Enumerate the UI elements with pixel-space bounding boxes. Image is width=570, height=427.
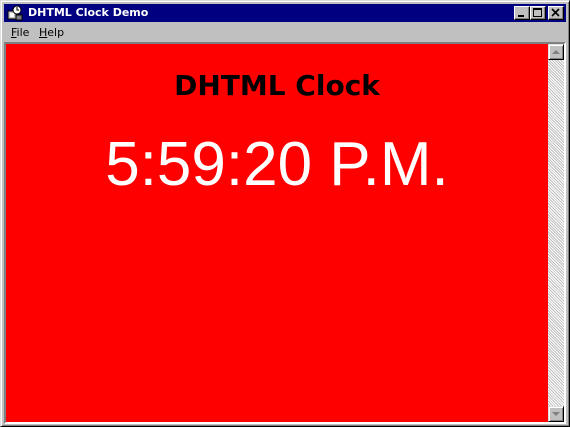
scroll-up-button[interactable] (548, 44, 564, 60)
scroll-down-arrow-icon (552, 412, 560, 416)
menu-file[interactable]: File (8, 25, 32, 40)
menu-help[interactable]: Help (36, 25, 67, 40)
menu-bar: File Help (4, 23, 566, 41)
page-title: DHTML Clock (174, 69, 380, 102)
browser-viewport: DHTML Clock 5:59:20 P.M. (4, 42, 566, 424)
window-title: DHTML Clock Demo (28, 6, 149, 19)
app-window: DHTML Clock Demo File Help DHTML Clock 5… (0, 0, 570, 427)
title-bar[interactable]: DHTML Clock Demo (4, 4, 566, 22)
scroll-down-button[interactable] (548, 406, 564, 422)
close-icon (551, 8, 560, 17)
maximize-button[interactable] (530, 6, 546, 20)
page-content: DHTML Clock 5:59:20 P.M. (6, 44, 548, 422)
maximize-icon (533, 8, 542, 17)
app-icon[interactable] (7, 5, 23, 21)
scroll-track[interactable] (548, 60, 564, 406)
close-button[interactable] (548, 6, 564, 20)
vertical-scrollbar[interactable] (548, 44, 564, 422)
clock-time-display: 5:59:20 P.M. (105, 130, 449, 199)
minimize-button[interactable] (514, 6, 530, 20)
minimize-icon (518, 15, 524, 17)
scroll-up-arrow-icon (552, 50, 560, 54)
